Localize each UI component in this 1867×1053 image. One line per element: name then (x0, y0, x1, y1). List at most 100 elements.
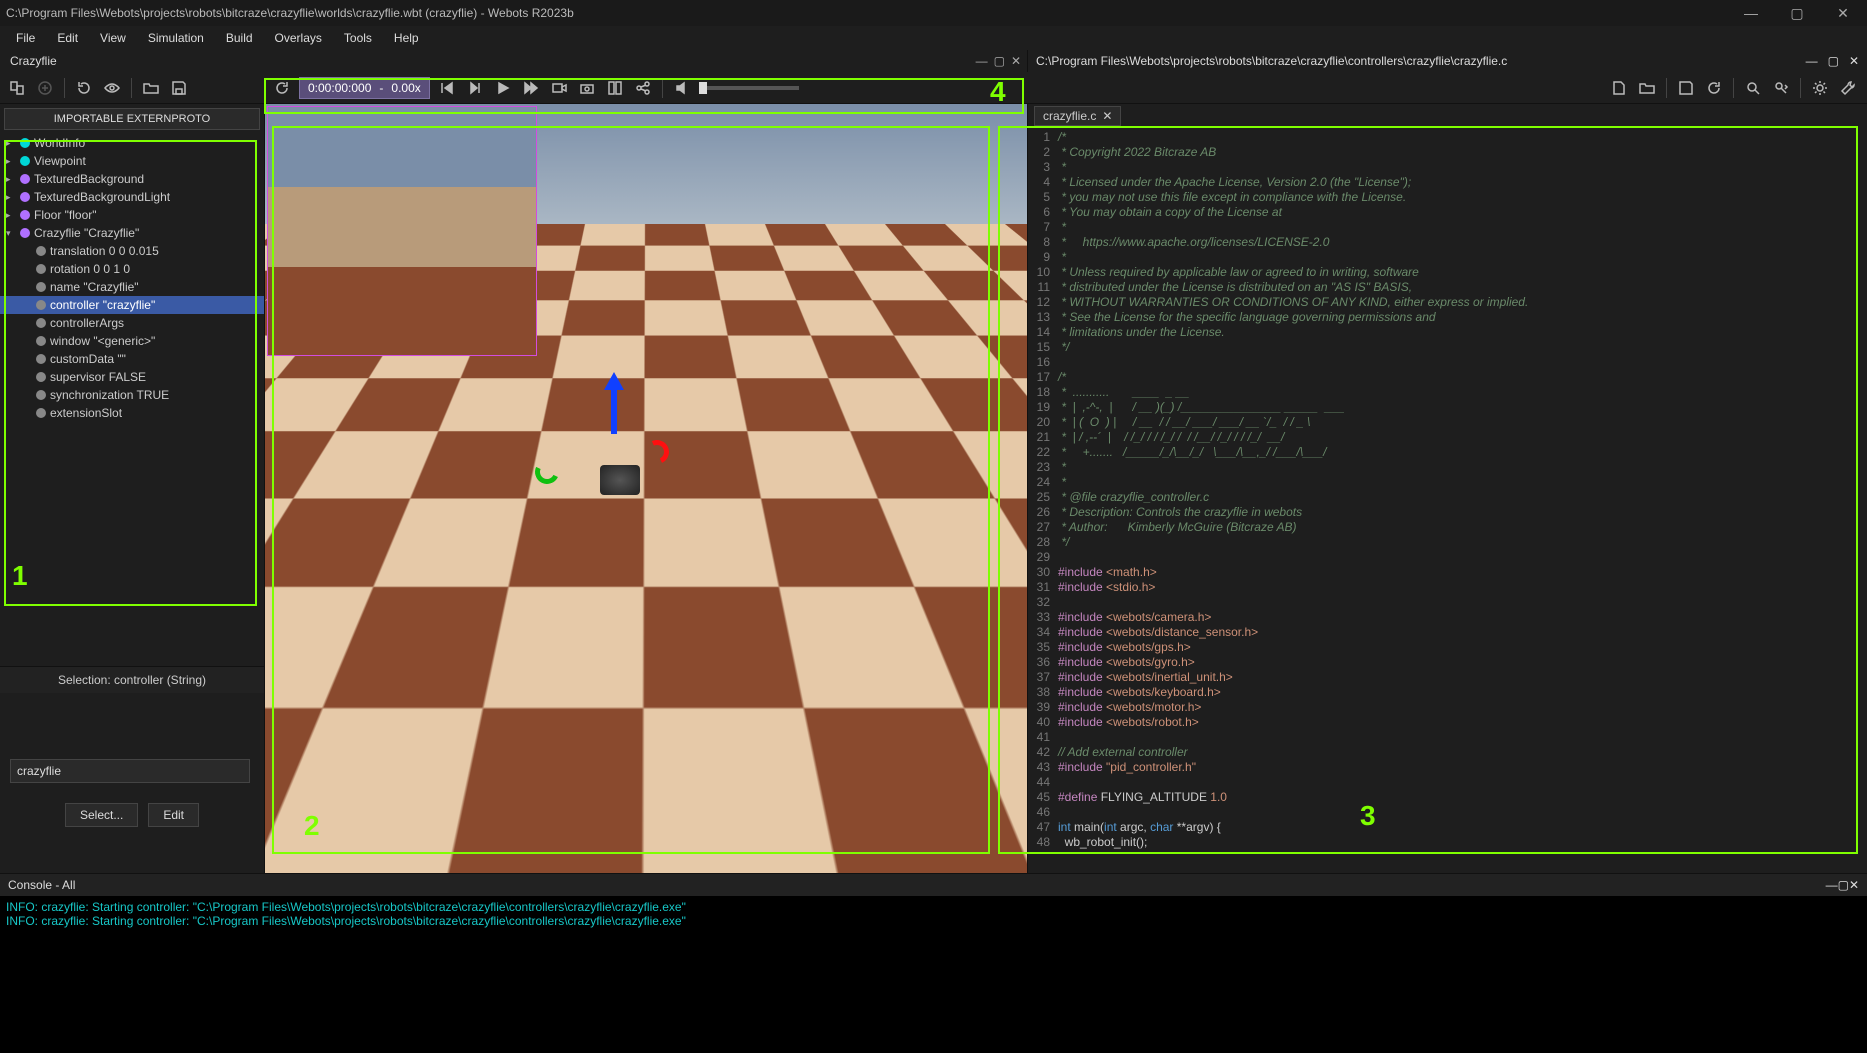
code-line[interactable]: 33#include <webots/camera.h> (1028, 610, 1867, 625)
code-line[interactable]: 32 (1028, 595, 1867, 610)
reload-file-icon[interactable] (1703, 77, 1725, 99)
open-icon[interactable] (140, 77, 162, 99)
find-icon[interactable] (1742, 77, 1764, 99)
code-line[interactable]: 1/* (1028, 130, 1867, 145)
add-icon[interactable] (34, 77, 56, 99)
save-file-icon[interactable] (1675, 77, 1697, 99)
tree-item[interactable]: ▸TexturedBackgroundLight (0, 188, 264, 206)
reload-icon[interactable] (271, 77, 293, 99)
disclosure-icon[interactable]: ▸ (6, 156, 16, 167)
find-replace-icon[interactable] (1770, 77, 1792, 99)
menu-build[interactable]: Build (216, 29, 263, 47)
tree-item[interactable]: supervisor FALSE (0, 368, 264, 386)
code-line[interactable]: 6 * You may obtain a copy of the License… (1028, 205, 1867, 220)
crazyflie-robot[interactable] (600, 465, 640, 495)
disclosure-icon[interactable]: ▸ (6, 192, 16, 203)
code-line[interactable]: 17/* (1028, 370, 1867, 385)
pane-minimize-icon[interactable]: — (976, 54, 988, 68)
gear-icon[interactable] (1809, 77, 1831, 99)
code-line[interactable]: 47int main(int argc, char **argv) { (1028, 820, 1867, 835)
close-button[interactable]: ✕ (1825, 5, 1861, 22)
code-line[interactable]: 21 * | / ,--´ | / /_/ / / /_/ / / /__/ /… (1028, 430, 1867, 445)
new-file-icon[interactable] (1608, 77, 1630, 99)
code-line[interactable]: 20 * | ( O ) | / __ / / __/ ___/ ___/ __… (1028, 415, 1867, 430)
maximize-button[interactable]: ▢ (1779, 5, 1815, 22)
editor-maximize-icon[interactable]: ▢ (1828, 54, 1839, 68)
code-line[interactable]: 19 * | ,-^-, | / __ )(_) /______________… (1028, 400, 1867, 415)
play-icon[interactable] (492, 77, 514, 99)
code-line[interactable]: 15 */ (1028, 340, 1867, 355)
code-line[interactable]: 10 * Unless required by applicable law o… (1028, 265, 1867, 280)
tree-item[interactable]: ▸WorldInfo (0, 134, 264, 152)
menu-file[interactable]: File (6, 29, 45, 47)
tree-item[interactable]: ▸Viewpoint (0, 152, 264, 170)
console-close-icon[interactable]: ✕ (1849, 878, 1859, 892)
perspective-icon[interactable] (604, 77, 626, 99)
code-line[interactable]: 5 * you may not use this file except in … (1028, 190, 1867, 205)
minimize-button[interactable]: — (1733, 5, 1769, 21)
code-line[interactable]: 23 * (1028, 460, 1867, 475)
code-line[interactable]: 2 * Copyright 2022 Bitcraze AB (1028, 145, 1867, 160)
code-line[interactable]: 43#include "pid_controller.h" (1028, 760, 1867, 775)
code-line[interactable]: 27 * Author: Kimberly McGuire (Bitcraze … (1028, 520, 1867, 535)
code-line[interactable]: 30#include <math.h> (1028, 565, 1867, 580)
code-line[interactable]: 37#include <webots/inertial_unit.h> (1028, 670, 1867, 685)
code-line[interactable]: 36#include <webots/gyro.h> (1028, 655, 1867, 670)
code-line[interactable]: 48 wb_robot_init(); (1028, 835, 1867, 850)
menu-edit[interactable]: Edit (47, 29, 88, 47)
save-icon[interactable] (168, 77, 190, 99)
code-line[interactable]: 14 * limitations under the License. (1028, 325, 1867, 340)
code-line[interactable]: 24 * (1028, 475, 1867, 490)
code-line[interactable]: 38#include <webots/keyboard.h> (1028, 685, 1867, 700)
code-line[interactable]: 29 (1028, 550, 1867, 565)
step-back-icon[interactable] (436, 77, 458, 99)
fast-forward-icon[interactable] (520, 77, 542, 99)
code-area[interactable]: 1/*2 * Copyright 2022 Bitcraze AB3 *4 * … (1028, 128, 1867, 873)
code-line[interactable]: 44 (1028, 775, 1867, 790)
importable-externproto-button[interactable]: IMPORTABLE EXTERNPROTO (4, 108, 260, 130)
tree-item[interactable]: translation 0 0 0.015 (0, 242, 264, 260)
editor-close-icon[interactable]: ✕ (1849, 54, 1859, 68)
sound-icon[interactable] (671, 77, 693, 99)
code-line[interactable]: 12 * WITHOUT WARRANTIES OR CONDITIONS OF… (1028, 295, 1867, 310)
tree-item[interactable]: customData "" (0, 350, 264, 368)
code-line[interactable]: 8 * https://www.apache.org/licenses/LICE… (1028, 235, 1867, 250)
camera-overlay[interactable] (267, 106, 537, 356)
code-line[interactable]: 7 * (1028, 220, 1867, 235)
code-line[interactable]: 26 * Description: Controls the crazyflie… (1028, 505, 1867, 520)
code-line[interactable]: 3 * (1028, 160, 1867, 175)
tree-item[interactable]: ▾Crazyflie "Crazyflie" (0, 224, 264, 242)
code-line[interactable]: 40#include <webots/robot.h> (1028, 715, 1867, 730)
disclosure-icon[interactable]: ▾ (6, 228, 16, 239)
disclosure-icon[interactable]: ▸ (6, 138, 16, 149)
volume-slider[interactable] (699, 86, 799, 90)
menu-simulation[interactable]: Simulation (138, 29, 214, 47)
console-maximize-icon[interactable]: ▢ (1838, 878, 1849, 892)
scene-tree[interactable]: ▸WorldInfo▸Viewpoint▸TexturedBackground▸… (0, 134, 264, 666)
code-line[interactable]: 25 * @file crazyflie_controller.c (1028, 490, 1867, 505)
eye-icon[interactable] (101, 77, 123, 99)
close-tab-icon[interactable]: ✕ (1102, 109, 1112, 123)
tree-item[interactable]: rotation 0 0 1 0 (0, 260, 264, 278)
reset-icon[interactable] (73, 77, 95, 99)
menu-help[interactable]: Help (384, 29, 429, 47)
disclosure-icon[interactable]: ▸ (6, 210, 16, 221)
code-line[interactable]: 22 * +....... /_____/_/\__/_/ \___/\__,_… (1028, 445, 1867, 460)
open-file-icon[interactable] (1636, 77, 1658, 99)
menu-tools[interactable]: Tools (334, 29, 382, 47)
code-line[interactable]: 31#include <stdio.h> (1028, 580, 1867, 595)
share-icon[interactable] (632, 77, 654, 99)
edit-button[interactable]: Edit (148, 803, 199, 827)
controller-value-input[interactable] (10, 759, 250, 783)
screenshot-icon[interactable] (576, 77, 598, 99)
new-node-icon[interactable] (6, 77, 28, 99)
console-minimize-icon[interactable]: — (1826, 878, 1838, 892)
code-line[interactable]: 46 (1028, 805, 1867, 820)
menu-view[interactable]: View (90, 29, 136, 47)
tree-item[interactable]: synchronization TRUE (0, 386, 264, 404)
tree-item[interactable]: controller "crazyflie" (0, 296, 264, 314)
step-icon[interactable] (464, 77, 486, 99)
code-line[interactable]: 11 * distributed under the License is di… (1028, 280, 1867, 295)
code-line[interactable]: 41 (1028, 730, 1867, 745)
3d-view[interactable] (265, 104, 1027, 873)
